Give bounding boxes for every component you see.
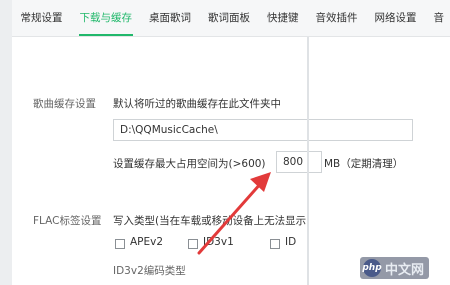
php-logo-icon: php [362,259,382,277]
annotation-arrow [197,172,271,255]
arrow-head [250,172,271,192]
site-watermark: php 中文网 [360,257,430,279]
watermark-text: 中文网 [385,262,425,278]
arrow-shaft [197,180,264,255]
